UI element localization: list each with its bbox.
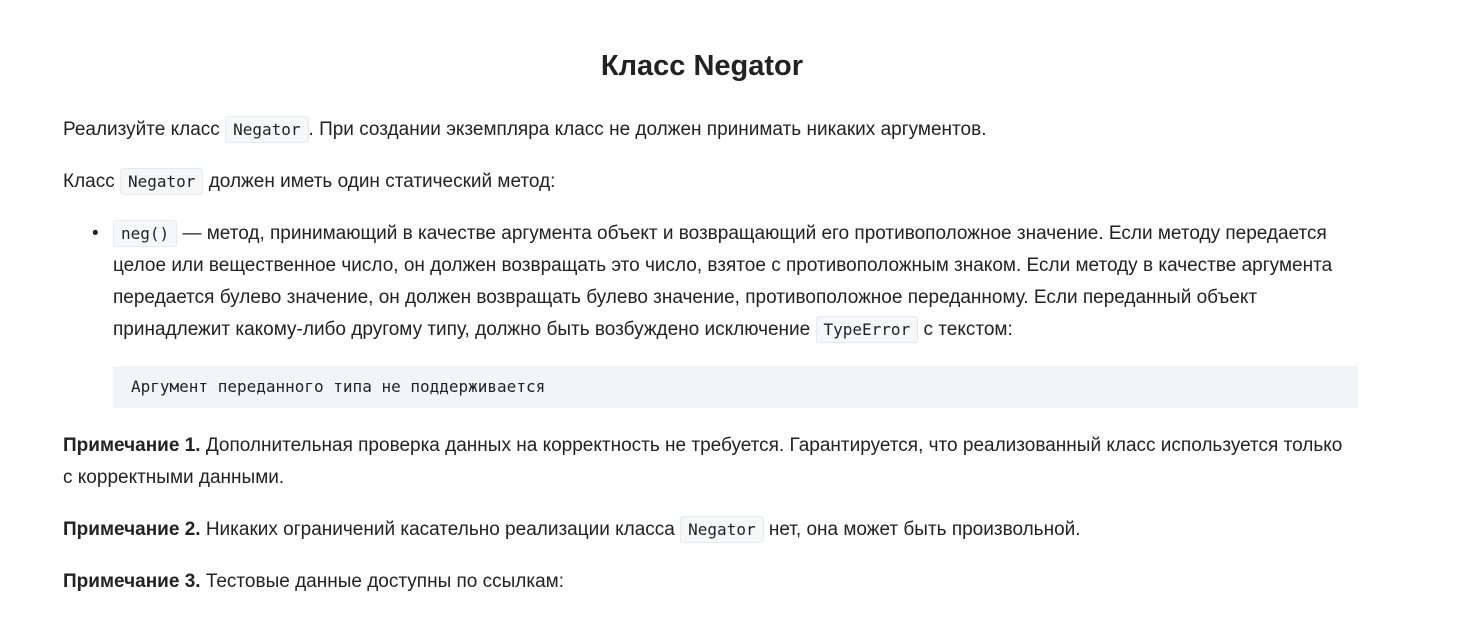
note-2-before: Никаких ограничений касательно реализаци… — [200, 519, 681, 540]
note-2-after: нет, она может быть произвольной. — [763, 519, 1081, 540]
bullet-marker: • — [92, 223, 99, 244]
note-3: Примечание 3. Тестовые данные доступны п… — [63, 566, 1353, 598]
method-intro-before: Класс — [63, 171, 120, 192]
method-description: — метод, принимающий в качестве аргумент… — [113, 223, 1333, 340]
page: Класс Negator Реализуйте класс Negator. … — [0, 0, 1464, 605]
intro-text-after: . При создании экземпляра класс не долже… — [308, 119, 987, 140]
note-1-label: Примечание 1. — [63, 435, 201, 456]
code-block: Аргумент переданного типа не поддерживае… — [113, 366, 1358, 408]
method-intro-after: должен иметь один статический метод: — [203, 171, 556, 192]
note-2: Примечание 2. Никаких ограничений касате… — [63, 514, 1353, 546]
inline-code-neg: neg() — [113, 220, 178, 247]
task-description: Реализуйте класс Negator. При создании э… — [63, 114, 1358, 618]
intro-paragraph: Реализуйте класс Negator. При создании э… — [63, 114, 1353, 146]
note-3-label: Примечание 3. — [63, 571, 201, 592]
intro-text-before: Реализуйте класс — [63, 119, 226, 140]
inline-code-typeerror: TypeError — [815, 316, 919, 343]
method-intro-paragraph: Класс Negator должен иметь один статичес… — [63, 166, 1353, 198]
note-1: Примечание 1. Дополнительная проверка да… — [63, 430, 1353, 494]
note-2-label: Примечание 2. — [63, 519, 201, 540]
method-description-end: с текстом: — [918, 319, 1013, 340]
page-title: Класс Negator — [600, 50, 804, 82]
inline-code-negator: Negator — [680, 516, 764, 543]
inline-code-negator: Negator — [120, 168, 204, 195]
inline-code-negator: Negator — [225, 116, 309, 143]
note-1-text: Дополнительная проверка данных на коррек… — [63, 435, 1343, 488]
method-list: • neg() — метод, принимающий в качестве а… — [63, 218, 1353, 346]
note-3-text: Тестовые данные доступны по ссылкам: — [200, 571, 565, 592]
list-item: • neg() — метод, принимающий в качестве а… — [92, 218, 1353, 346]
